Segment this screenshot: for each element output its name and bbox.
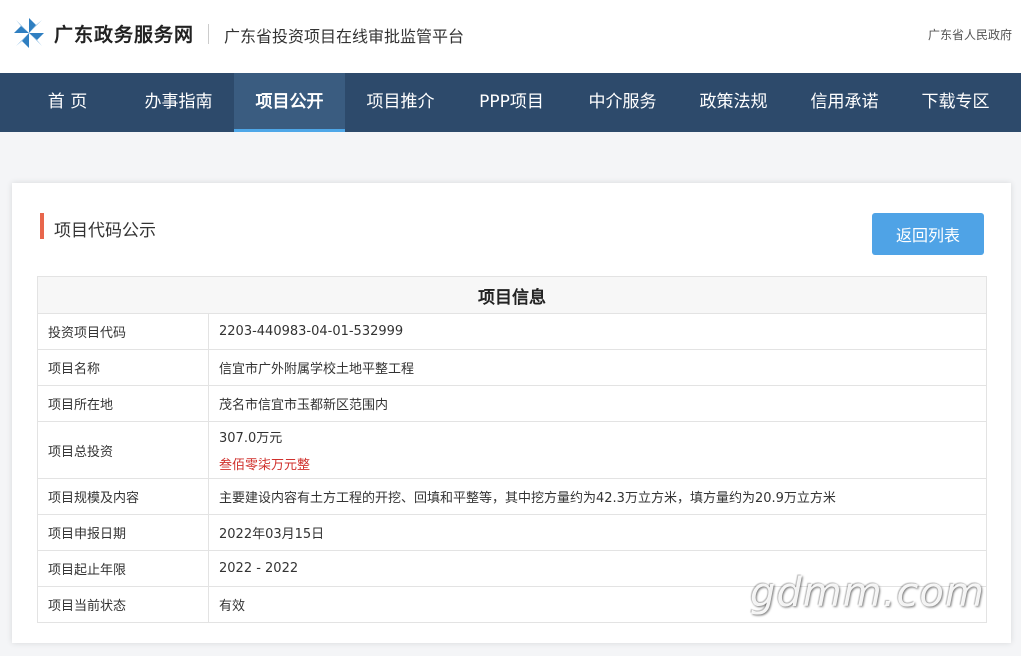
table-row: 项目规模及内容 主要建设内容有土方工程的开挖、回填和平整等，其中挖方量约为42.… xyxy=(37,478,987,515)
gov-link[interactable]: 广东省人民政府 xyxy=(928,26,1012,43)
nav-item-home[interactable]: 首 页 xyxy=(12,73,123,132)
amount-number: 307.0万元 xyxy=(219,431,283,446)
nav-item-policy[interactable]: 政策法规 xyxy=(678,73,789,132)
table-row: 项目总投资 307.0万元 叁佰零柒万元整 xyxy=(37,421,987,479)
main-nav: 首 页 办事指南 项目公开 项目推介 PPP项目 中介服务 政策法规 信用承诺 … xyxy=(0,73,1021,132)
header-divider xyxy=(208,24,209,44)
table-row: 项目申报日期 2022年03月15日 xyxy=(37,514,987,551)
row-value: 茂名市信宜市玉都新区范围内 xyxy=(208,385,987,422)
table-header: 项目信息 xyxy=(37,276,987,314)
row-key: 项目总投资 xyxy=(37,421,209,479)
table-row: 项目名称 信宜市广外附属学校土地平整工程 xyxy=(37,349,987,386)
row-key: 项目起止年限 xyxy=(37,550,209,587)
nav-item-project-promotion[interactable]: 项目推介 xyxy=(345,73,456,132)
nav-item-download[interactable]: 下载专区 xyxy=(900,73,1011,132)
amount-chinese: 叁佰零柒万元整 xyxy=(219,458,311,473)
row-key: 项目所在地 xyxy=(37,385,209,422)
table-row: 投资项目代码 2203-440983-04-01-532999 xyxy=(37,313,987,350)
row-value: 2203-440983-04-01-532999 xyxy=(208,313,987,350)
row-key: 项目当前状态 xyxy=(37,586,209,623)
table-row: 项目所在地 茂名市信宜市玉都新区范围内 xyxy=(37,385,987,422)
row-value: 主要建设内容有土方工程的开挖、回填和平整等，其中挖方量约为42.3万立方米，填方… xyxy=(208,478,987,515)
row-key: 项目名称 xyxy=(37,349,209,386)
nav-item-project-public[interactable]: 项目公开 xyxy=(234,73,345,132)
pinwheel-logo-icon xyxy=(14,18,44,48)
brand-name[interactable]: 广东政务服务网 xyxy=(54,20,194,47)
watermark-text: gdmm.com xyxy=(750,570,985,616)
section-title: 项目代码公示 xyxy=(54,221,156,241)
row-key: 投资项目代码 xyxy=(37,313,209,350)
row-key: 项目规模及内容 xyxy=(37,478,209,515)
nav-item-credit[interactable]: 信用承诺 xyxy=(789,73,900,132)
row-value: 信宜市广外附属学校土地平整工程 xyxy=(208,349,987,386)
nav-item-guide[interactable]: 办事指南 xyxy=(123,73,234,132)
nav-item-intermediary[interactable]: 中介服务 xyxy=(567,73,678,132)
back-to-list-button[interactable]: 返回列表 xyxy=(872,213,984,255)
row-value: 2022年03月15日 xyxy=(208,514,987,551)
platform-title: 广东省投资项目在线审批监管平台 xyxy=(224,27,465,46)
row-value-amount: 307.0万元 叁佰零柒万元整 xyxy=(208,421,987,479)
top-header: 广东政务服务网 广东省投资项目在线审批监管平台 广东省人民政府 xyxy=(0,0,1021,73)
section-accent-bar xyxy=(40,213,44,239)
nav-item-ppp[interactable]: PPP项目 xyxy=(456,73,567,132)
row-key: 项目申报日期 xyxy=(37,514,209,551)
